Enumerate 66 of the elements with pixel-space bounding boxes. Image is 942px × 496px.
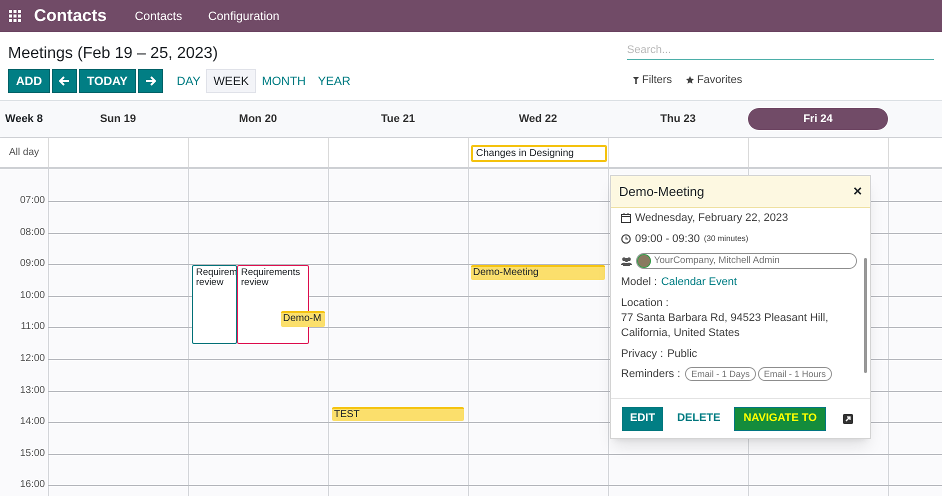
edit-button[interactable]: EDIT: [622, 406, 664, 430]
previous-button[interactable]: [52, 69, 77, 93]
arrow-left-icon: [59, 76, 70, 86]
expand-icon[interactable]: [843, 414, 853, 424]
star-icon: [686, 76, 694, 84]
week-label: Week 8: [4, 112, 44, 127]
all-day-label: All day: [8, 146, 40, 160]
app-title: Contacts: [34, 5, 107, 28]
view-tab[interactable]: MONTH: [256, 69, 312, 93]
add-button[interactable]: ADD: [8, 69, 50, 93]
close-button[interactable]: ×: [853, 184, 862, 199]
filters-button[interactable]: Filters: [633, 72, 672, 88]
day-header[interactable]: Wed 22: [506, 108, 570, 130]
view-tab[interactable]: WEEK: [206, 69, 256, 93]
calendar-event[interactable]: Demo-M: [281, 311, 325, 327]
hour-label: 16:00: [18, 479, 46, 492]
hour-label: 08:00: [18, 226, 46, 239]
hour-label: 10:00: [18, 290, 46, 302]
event-date: Wednesday, February 22, 2023: [635, 210, 788, 226]
reminder-tag: Email - 1 Hours: [758, 367, 832, 381]
filter-icon: [633, 76, 639, 84]
delete-button[interactable]: DELETE: [667, 406, 730, 430]
favorites-button[interactable]: Favorites: [686, 72, 742, 88]
field-label: Model :: [621, 275, 658, 290]
calendar-event[interactable]: TEST: [332, 407, 464, 421]
page-title: Meetings (Feb 19 – 25, 2023): [8, 44, 219, 64]
calendar-event[interactable]: Demo-Meeting: [471, 265, 605, 280]
day-header[interactable]: Fri 24: [748, 108, 888, 130]
search-field[interactable]: Search...: [627, 40, 934, 60]
field-label: Location :: [621, 296, 670, 311]
field-value: Public: [667, 347, 698, 362]
view-tab[interactable]: DAY: [170, 69, 206, 93]
calendar-event[interactable]: Changes in Designing: [471, 145, 607, 162]
view-tab[interactable]: YEAR: [312, 69, 357, 93]
attendee-tag[interactable]: YourCompany, Mitchell Admin: [636, 253, 857, 269]
day-header[interactable]: Sun 19: [88, 108, 148, 130]
clock-icon: [621, 234, 631, 244]
people-icon: [621, 256, 632, 266]
hour-label: 14:00: [18, 416, 46, 428]
next-button[interactable]: [138, 69, 163, 93]
hour-label: 12:00: [18, 352, 46, 365]
today-button[interactable]: TODAY: [79, 69, 136, 93]
day-header[interactable]: Mon 20: [227, 108, 289, 130]
reminder-tag: Email - 1 Days: [685, 367, 756, 381]
hour-label: 15:00: [18, 448, 46, 460]
arrow-right-icon: [144, 76, 156, 86]
field-label: Reminders :: [621, 367, 680, 381]
hour-label: 13:00: [18, 384, 46, 397]
navigate-button[interactable]: NAVIGATE TO: [734, 406, 826, 430]
field-link[interactable]: Calendar Event: [661, 275, 737, 290]
event-duration: (30 minutes): [704, 233, 748, 245]
field-label: Privacy :: [621, 347, 664, 362]
hour-label: 11:00: [20, 321, 46, 334]
avatar-icon: [637, 254, 651, 268]
day-header[interactable]: Thu 23: [648, 108, 708, 130]
hour-label: 09:00: [18, 258, 46, 270]
menu-item[interactable]: Configuration: [208, 7, 280, 25]
attendee-names: YourCompany, Mitchell Admin: [654, 254, 780, 268]
popover-title: Demo-Meeting: [619, 182, 704, 201]
field-value: 77 Santa Barbara Rd, 94523 Pleasant Hill, California, United States: [621, 311, 830, 341]
hour-label: 07:00: [18, 195, 46, 207]
apps-menu-icon[interactable]: [8, 9, 22, 23]
day-header[interactable]: Tue 21: [368, 108, 428, 130]
menu-item[interactable]: Contacts: [134, 7, 182, 25]
event-time: 09:00 - 09:30: [635, 232, 700, 247]
calendar-icon: [621, 213, 631, 223]
